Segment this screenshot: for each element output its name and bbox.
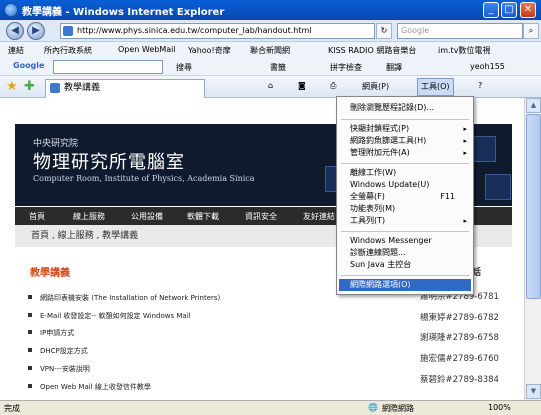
site-name: 物理研究所電腦室 (33, 152, 185, 173)
nav-home[interactable]: 首頁 (29, 211, 45, 222)
link-item[interactable]: Yahoo!奇摩 (188, 45, 231, 56)
print-icon[interactable]: ⎙ (330, 81, 336, 91)
site-english-name: Computer Room, Institute of Physics, Aca… (33, 174, 255, 183)
nav-software-download[interactable]: 軟體下載 (187, 211, 219, 222)
nav-links[interactable]: 友好連結 (303, 211, 335, 222)
scroll-up-icon[interactable]: ▲ (526, 98, 541, 113)
google-search-button[interactable]: 搜尋 (176, 62, 192, 73)
contact-name[interactable]: 謝瑛隆 (420, 333, 446, 343)
menu-item-java-console[interactable]: Sun Java 主控台 (339, 259, 471, 271)
menu-item-internet-options[interactable]: 網際網路選項(O) (339, 279, 471, 291)
menu-item-manage-addons[interactable]: 管理附加元件(A) ▸ (339, 147, 471, 159)
address-text: http://www.phys.sinica.edu.tw/computer_l… (77, 26, 312, 35)
menu-item-full-screen[interactable]: 全螢幕(F) F11 (339, 191, 471, 203)
vertical-scrollbar[interactable]: ▲ ▼ (524, 98, 541, 400)
spellcheck-button[interactable]: 拼字檢查 (330, 62, 362, 73)
link-item[interactable]: 所內行政系統 (44, 45, 92, 56)
tools-menu[interactable]: 工具(O) (417, 78, 454, 96)
address-row: ◀ ▶ http://www.phys.sinica.edu.tw/comput… (0, 20, 541, 42)
nav-online-services[interactable]: 線上服務 (73, 211, 105, 222)
menu-item-windows-update[interactable]: Windows Update(U) (339, 179, 471, 191)
contact-name[interactable]: 蔡碧鈴 (420, 375, 446, 385)
links-label: 連結 (8, 46, 24, 55)
window-title: 教學講義 - Windows Internet Explorer (22, 6, 225, 18)
menu-item-diagnose-connection[interactable]: 診斷連線問題... (339, 247, 471, 259)
tab-active[interactable]: 教學講義 (45, 79, 205, 98)
contact-name[interactable]: 楊東婷 (420, 313, 446, 323)
google-search-input[interactable] (53, 60, 163, 74)
forward-button[interactable]: ▶ (27, 22, 45, 40)
status-bar: 完成 🌐 網際網路 100% (0, 400, 541, 415)
contact-row: 施宏儒#2789-6760 (420, 352, 499, 364)
maximize-button[interactable]: □ (501, 2, 517, 18)
ie-icon (4, 3, 18, 17)
status-zone: 網際網路 (382, 404, 414, 413)
scroll-down-icon[interactable]: ▼ (526, 384, 541, 399)
contact-ext: #2789-6758 (445, 333, 499, 343)
help-icon[interactable]: ? (478, 81, 482, 90)
menu-item-menu-bar[interactable]: 功能表列(M) (339, 203, 471, 215)
tab-label: 教學講義 (64, 83, 101, 93)
contact-ext: #2789-6760 (445, 354, 499, 364)
status-text: 完成 (4, 404, 20, 413)
contact-ext: #2789-6782 (445, 313, 499, 323)
account-button[interactable]: yeoh155 (470, 62, 505, 71)
menu-item-popup-blocker[interactable]: 快顯封鎖程式(P) ▸ (339, 123, 471, 135)
google-logo: Google (13, 61, 45, 70)
handout-link[interactable]: Open Web Mail 線上收發信件教學 (28, 382, 151, 392)
handout-link[interactable]: 網路印表機安裝 (The Installation of Network Pri… (27, 293, 220, 303)
scroll-thumb[interactable] (526, 114, 541, 299)
tab-page-icon (50, 83, 60, 93)
handout-link[interactable]: E-Mail 收發設定-- 軟憩如何設定 Windows Mail (28, 311, 191, 321)
zone-globe-icon: 🌐 (368, 403, 378, 412)
menu-item-phishing-filter[interactable]: 網路釣魚篩選工具(H) ▸ (339, 135, 471, 147)
feeds-icon[interactable]: ◙ (298, 81, 306, 90)
google-toolbar: Google 搜尋 書籤 拼字檢查 翻譯 yeoh155 (0, 58, 541, 76)
menu-item-delete-history[interactable]: 刪除瀏覽歷程記錄(D)... (339, 102, 471, 114)
add-favorites-icon[interactable]: ✚ (24, 79, 35, 94)
refresh-button[interactable]: ↻ (376, 23, 392, 39)
nav-security[interactable]: 資訊安全 (245, 211, 277, 222)
back-button[interactable]: ◀ (6, 22, 24, 40)
zoom-level[interactable]: 100% (488, 403, 511, 412)
search-input[interactable]: Google (397, 23, 523, 39)
close-button[interactable]: ✕ (520, 2, 536, 18)
handout-link[interactable]: IP申請方式 (27, 328, 74, 338)
menu-item-windows-messenger[interactable]: Windows Messenger (339, 235, 471, 247)
search-icon[interactable]: ⌕ (523, 23, 539, 39)
page-icon (63, 26, 73, 36)
link-item[interactable]: 聯合新聞網 (250, 45, 290, 56)
nav-public-equipment[interactable]: 公用設備 (131, 211, 163, 222)
link-item[interactable]: KISS RADIO 網路音樂台 (328, 45, 416, 56)
link-item[interactable]: Open WebMail (118, 45, 176, 54)
address-bar[interactable]: http://www.phys.sinica.edu.tw/computer_l… (60, 23, 375, 39)
minimize-button[interactable]: _ (483, 2, 499, 18)
section-title: 教學講義 (30, 268, 70, 279)
bookmarks-button[interactable]: 書籤 (270, 62, 286, 73)
contact-name[interactable]: 施宏儒 (420, 354, 446, 364)
favorites-star-icon[interactable]: ★ (6, 79, 18, 94)
menu-item-work-offline[interactable]: 離線工作(W) (339, 167, 471, 179)
page-menu[interactable]: 網頁(P) (362, 81, 389, 92)
handout-link[interactable]: VPN---安裝說明 (28, 364, 90, 374)
contact-row: 謝瑛隆#2789-6758 (420, 331, 499, 343)
command-row: ★ ✚ 教學講義 ⌂ ◙ ⎙ 網頁(P) 工具(O) ? (0, 76, 541, 98)
menu-item-toolbars[interactable]: 工具列(T) ▸ (339, 215, 471, 227)
title-bar: 教學講義 - Windows Internet Explorer _ □ ✕ (0, 0, 541, 20)
contact-ext: #2789-8384 (445, 375, 499, 385)
contact-row: 蔡碧鈴#2789-8384 (420, 373, 499, 385)
link-item[interactable]: im.tv數位電視 (438, 45, 490, 56)
handout-link[interactable]: DHCP設定方式 (28, 346, 88, 356)
links-bar: 連結 所內行政系統 Open WebMail Yahoo!奇摩 聯合新聞網 KI… (0, 42, 541, 58)
home-icon[interactable]: ⌂ (268, 81, 273, 90)
tools-dropdown-menu: 刪除瀏覽歷程記錄(D)... 快顯封鎖程式(P) ▸ 網路釣魚篩選工具(H) ▸ 管… (336, 96, 474, 295)
translate-button[interactable]: 翻譯 (386, 62, 402, 73)
contact-row: 楊東婷#2789-6782 (420, 311, 499, 323)
